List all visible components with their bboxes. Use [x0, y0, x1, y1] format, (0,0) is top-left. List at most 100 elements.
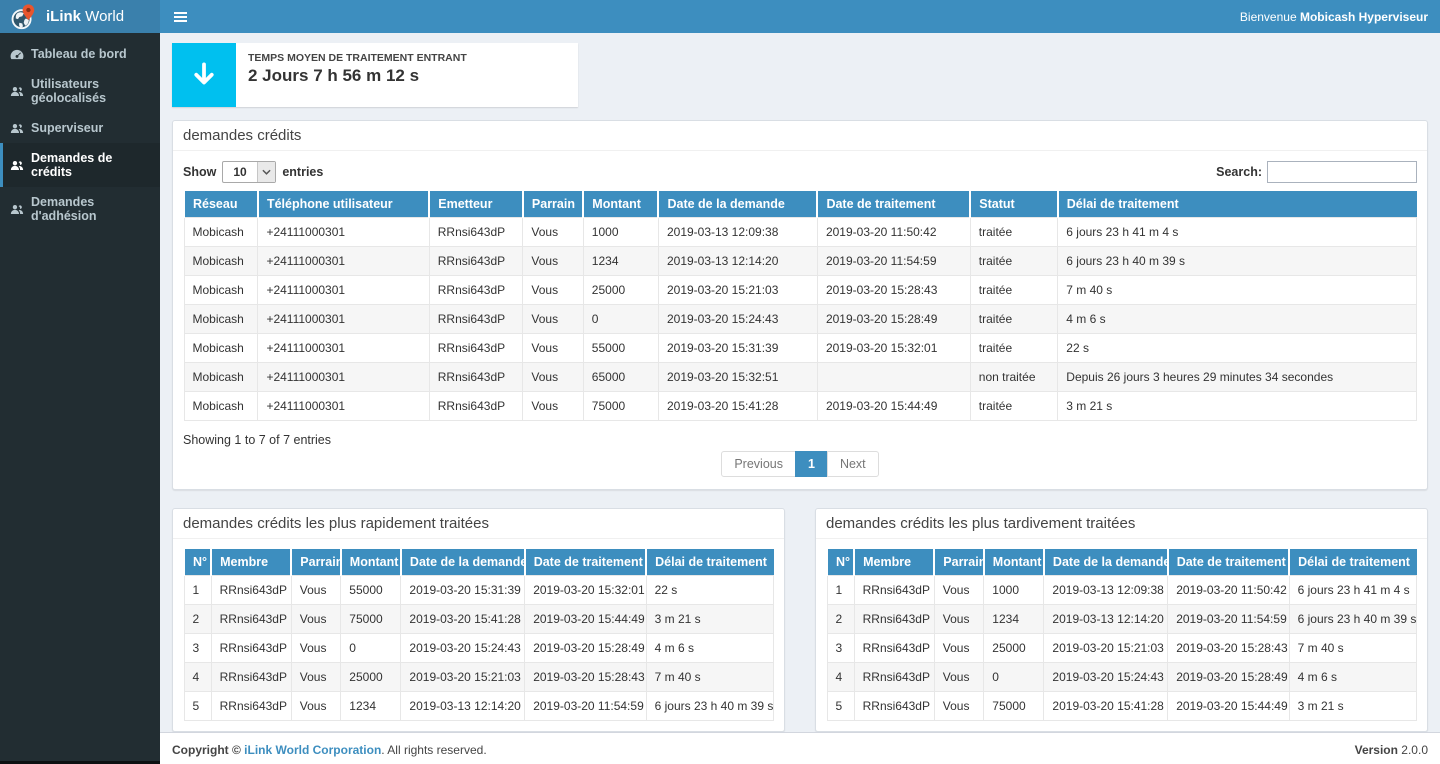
sidebar-item-superviseur[interactable]: Superviseur: [0, 113, 160, 143]
cell-date-traitement: 2019-03-20 15:44:49: [525, 605, 646, 634]
pagination-previous-button[interactable]: Previous: [721, 451, 796, 477]
sidebar-item-utilisateurs-geolocalises[interactable]: Utilisateurs géolocalisés: [0, 69, 160, 113]
column-header[interactable]: Date de la demande: [658, 191, 817, 218]
cell-date-demande: 2019-03-20 15:21:03: [401, 663, 525, 692]
cell-montant: 75000: [341, 605, 401, 634]
globe-pin-icon: [10, 3, 36, 31]
cell-num: 5: [184, 692, 211, 721]
cell-parrain: Vous: [934, 663, 984, 692]
cell-date-traitement: 2019-03-20 15:28:43: [817, 276, 970, 305]
cell-parrain: Vous: [934, 605, 984, 634]
page-length-select[interactable]: 10: [222, 161, 276, 183]
credits-table-body: Mobicash +24111000301 RRnsi643dP Vous 10…: [184, 218, 1417, 421]
table-row: 2 RRnsi643dP Vous 75000 2019-03-20 15:41…: [184, 605, 774, 634]
sidebar: iLink World Tableau de bord Utilisateurs…: [0, 0, 160, 761]
column-header: Parrain: [291, 549, 341, 576]
cell-membre: RRnsi643dP: [854, 692, 934, 721]
stat-box-temps-moyen: TEMPS MOYEN DE TRAITEMENT ENTRANT 2 Jour…: [172, 43, 578, 107]
cell-date-demande: 2019-03-20 15:32:51: [658, 363, 817, 392]
copyright-text: Copyright © iLink World Corporation. All…: [172, 743, 487, 757]
cell-reseau: Mobicash: [184, 247, 258, 276]
column-header[interactable]: Téléphone utilisateur: [258, 191, 429, 218]
column-header[interactable]: Date de traitement: [817, 191, 970, 218]
cell-delai-traitement: 7 m 40 s: [1058, 276, 1417, 305]
cell-emetteur: RRnsi643dP: [429, 247, 523, 276]
cell-statut: traitée: [970, 334, 1058, 363]
column-header: Date de traitement: [1168, 549, 1289, 576]
credits-table-header-row: RéseauTéléphone utilisateurEmetteurParra…: [184, 191, 1417, 218]
column-header: Date de la demande: [401, 549, 525, 576]
cell-parrain: Vous: [291, 576, 341, 605]
cell-date-demande: 2019-03-20 15:24:43: [1044, 663, 1168, 692]
table-row: Mobicash +24111000301 RRnsi643dP Vous 10…: [184, 218, 1417, 247]
cell-delai-traitement: 22 s: [646, 576, 773, 605]
cell-telephone: +24111000301: [258, 392, 429, 421]
column-header[interactable]: Emetteur: [429, 191, 523, 218]
users-icon: [10, 159, 24, 172]
cell-date-traitement: 2019-03-20 11:50:42: [817, 218, 970, 247]
cell-montant: 75000: [984, 692, 1044, 721]
cell-montant: 1234: [984, 605, 1044, 634]
company-link[interactable]: iLink World Corporation: [244, 743, 381, 757]
sidebar-item-tableau-de-bord[interactable]: Tableau de bord: [0, 39, 160, 69]
column-header: N°: [184, 549, 211, 576]
cell-membre: RRnsi643dP: [854, 576, 934, 605]
cell-montant: 75000: [583, 392, 658, 421]
cell-membre: RRnsi643dP: [854, 634, 934, 663]
cell-reseau: Mobicash: [184, 392, 258, 421]
column-header: N°: [827, 549, 854, 576]
sidebar-item-demandes-adhesion[interactable]: Demandes d'adhésion: [0, 187, 160, 231]
slowest-table-body: 1 RRnsi643dP Vous 1000 2019-03-13 12:09:…: [827, 576, 1417, 721]
cell-num: 1: [827, 576, 854, 605]
column-header: Parrain: [934, 549, 984, 576]
cell-num: 2: [827, 605, 854, 634]
sidebar-menu: Tableau de bord Utilisateurs géolocalisé…: [0, 33, 160, 231]
column-header: Membre: [854, 549, 934, 576]
sidebar-item-label: Demandes de crédits: [31, 151, 152, 179]
users-icon: [10, 122, 24, 135]
cell-reseau: Mobicash: [184, 363, 258, 392]
cell-parrain: Vous: [934, 634, 984, 663]
panel-title: demandes crédits les plus tardivement tr…: [816, 509, 1427, 539]
column-header[interactable]: Statut: [970, 191, 1058, 218]
cell-num: 5: [827, 692, 854, 721]
cell-date-traitement: 2019-03-20 11:54:59: [817, 247, 970, 276]
search-input[interactable]: [1267, 161, 1417, 183]
cell-delai-traitement: 6 jours 23 h 41 m 4 s: [1289, 576, 1416, 605]
table-row: 1 RRnsi643dP Vous 55000 2019-03-20 15:31…: [184, 576, 774, 605]
cell-date-traitement: 2019-03-20 11:50:42: [1168, 576, 1289, 605]
column-header: Délai de traitement: [1289, 549, 1416, 576]
cell-delai-traitement: 6 jours 23 h 40 m 39 s: [646, 692, 773, 721]
panel-demandes-credits: demandes crédits Show 10 entries Search:: [172, 120, 1428, 490]
cell-delai-traitement: 7 m 40 s: [1289, 634, 1416, 663]
cell-parrain: Vous: [523, 334, 583, 363]
column-header: Montant: [341, 549, 401, 576]
sidebar-item-demandes-de-credits[interactable]: Demandes de crédits: [0, 143, 160, 187]
cell-date-traitement: 2019-03-20 15:28:43: [525, 663, 646, 692]
pagination-page-1[interactable]: 1: [795, 451, 828, 477]
cell-emetteur: RRnsi643dP: [429, 392, 523, 421]
table-info: Showing 1 to 7 of 7 entries: [183, 433, 1417, 447]
cell-parrain: Vous: [523, 276, 583, 305]
brand-logo: iLink World: [0, 0, 160, 33]
column-header[interactable]: Réseau: [184, 191, 258, 218]
pagination-next-button[interactable]: Next: [827, 451, 879, 477]
cell-statut: traitée: [970, 392, 1058, 421]
cell-emetteur: RRnsi643dP: [429, 305, 523, 334]
column-header[interactable]: Montant: [583, 191, 658, 218]
cell-parrain: Vous: [934, 576, 984, 605]
column-header: Membre: [211, 549, 291, 576]
cell-num: 1: [184, 576, 211, 605]
cell-date-traitement: 2019-03-20 15:28:49: [1168, 663, 1289, 692]
cell-parrain: Vous: [523, 305, 583, 334]
version-text: Version 2.0.0: [1355, 743, 1428, 757]
cell-reseau: Mobicash: [184, 218, 258, 247]
sidebar-toggle-button[interactable]: [160, 0, 200, 33]
cell-emetteur: RRnsi643dP: [429, 276, 523, 305]
cell-delai-traitement: 6 jours 23 h 40 m 39 s: [1289, 605, 1416, 634]
table-row: 3 RRnsi643dP Vous 0 2019-03-20 15:24:43 …: [184, 634, 774, 663]
column-header[interactable]: Délai de traitement: [1058, 191, 1417, 218]
cell-emetteur: RRnsi643dP: [429, 334, 523, 363]
column-header[interactable]: Parrain: [523, 191, 583, 218]
panel-title: demandes crédits: [173, 121, 1427, 151]
